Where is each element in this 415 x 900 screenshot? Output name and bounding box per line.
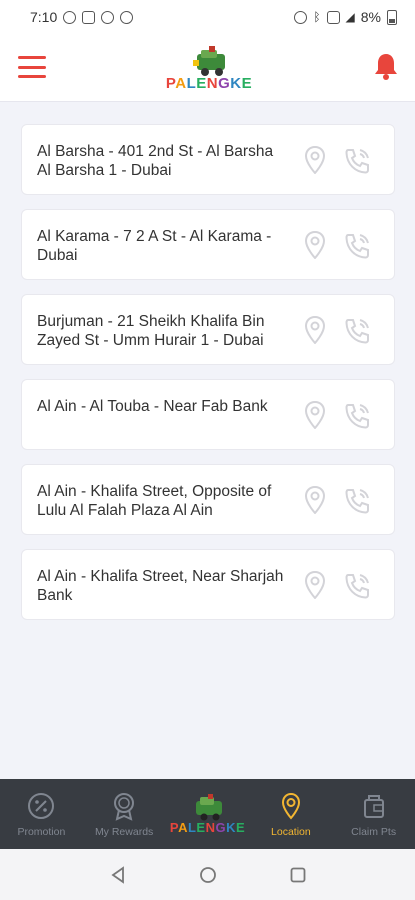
location-card[interactable]: Al Ain - Khalifa Street, Near Sharjah Ba… xyxy=(21,549,395,620)
location-pin-icon xyxy=(281,792,300,820)
signal-icon: ◢ xyxy=(345,10,355,24)
status-bar: 7:10 ᛒ ◢ 8% xyxy=(0,0,415,34)
phone-call-icon[interactable] xyxy=(343,147,373,175)
nav-my-rewards[interactable]: My Rewards xyxy=(83,779,166,849)
location-card[interactable]: Al Ain - Al Touba - Near Fab Bank xyxy=(21,379,395,450)
palengke-logo: PALENGKE xyxy=(163,44,255,94)
hamburger-menu-icon[interactable] xyxy=(18,56,46,78)
bottom-nav: Promotion My Rewards PALENGKE Location C… xyxy=(0,779,415,849)
nav-label: My Rewards xyxy=(94,826,154,838)
location-card[interactable]: Al Karama - 7 2 A St - Al Karama - Dubai xyxy=(21,209,395,280)
location-address: Al Ain - Al Touba - Near Fab Bank xyxy=(37,398,268,415)
phone-call-icon[interactable] xyxy=(343,572,373,600)
location-address: Al Karama - 7 2 A St - Al Karama - Dubai xyxy=(37,228,272,264)
alarm-icon xyxy=(294,10,308,24)
bluetooth-icon: ᛒ xyxy=(313,10,321,24)
percent-badge-icon xyxy=(28,793,55,819)
medal-icon xyxy=(114,793,135,821)
app-status-icon xyxy=(120,10,134,24)
location-address: Al Ain - Khalifa Street, Opposite of Lul… xyxy=(37,483,272,519)
phone-call-icon[interactable] xyxy=(343,232,373,260)
nav-promotion[interactable]: Promotion xyxy=(0,779,83,849)
wallet-icon xyxy=(363,795,384,818)
nav-label: Claim Pts xyxy=(351,826,397,838)
nav-label: Promotion xyxy=(17,826,66,838)
map-pin-icon[interactable] xyxy=(304,231,326,259)
map-pin-icon[interactable] xyxy=(304,571,326,599)
location-status-icon xyxy=(101,10,115,24)
battery-percent: 8% xyxy=(360,9,381,25)
notification-bell-icon[interactable] xyxy=(373,52,399,80)
location-address: Al Ain - Khalifa Street, Near Sharjah Ba… xyxy=(37,568,284,604)
whatsapp-icon xyxy=(63,10,77,24)
back-icon[interactable] xyxy=(108,865,128,885)
recents-icon[interactable] xyxy=(288,865,308,885)
battery-icon xyxy=(387,9,397,25)
status-time: 7:10 xyxy=(30,9,58,25)
app-header: PALENGKE xyxy=(0,34,415,102)
location-card[interactable]: Burjuman - 21 Sheikh Khalifa Bin Zayed S… xyxy=(21,294,395,365)
phone-call-icon[interactable] xyxy=(343,487,373,515)
location-address: Al Barsha - 401 2nd St - Al Barsha Al Ba… xyxy=(37,143,274,179)
map-pin-icon[interactable] xyxy=(304,146,326,174)
palengke-logo: PALENGKE xyxy=(166,793,250,837)
system-nav-bar xyxy=(0,849,415,900)
nav-label: Location xyxy=(271,826,311,838)
location-address: Burjuman - 21 Sheikh Khalifa Bin Zayed S… xyxy=(37,313,265,349)
phone-call-icon[interactable] xyxy=(343,402,373,430)
home-icon[interactable] xyxy=(198,865,218,885)
map-pin-icon[interactable] xyxy=(304,401,326,429)
map-pin-icon[interactable] xyxy=(304,486,326,514)
location-card[interactable]: Al Barsha - 401 2nd St - Al Barsha Al Ba… xyxy=(21,124,395,195)
map-pin-icon[interactable] xyxy=(304,316,326,344)
sim-icon xyxy=(326,10,340,24)
location-list: Al Barsha - 401 2nd St - Al Barsha Al Ba… xyxy=(21,124,395,634)
location-card[interactable]: Al Ain - Khalifa Street, Opposite of Lul… xyxy=(21,464,395,535)
phone-call-icon[interactable] xyxy=(343,317,373,345)
nav-claim-pts[interactable]: Claim Pts xyxy=(332,779,415,849)
nav-home-logo[interactable]: PALENGKE xyxy=(166,779,250,849)
instagram-icon xyxy=(82,10,96,24)
nav-location[interactable]: Location xyxy=(250,779,333,849)
